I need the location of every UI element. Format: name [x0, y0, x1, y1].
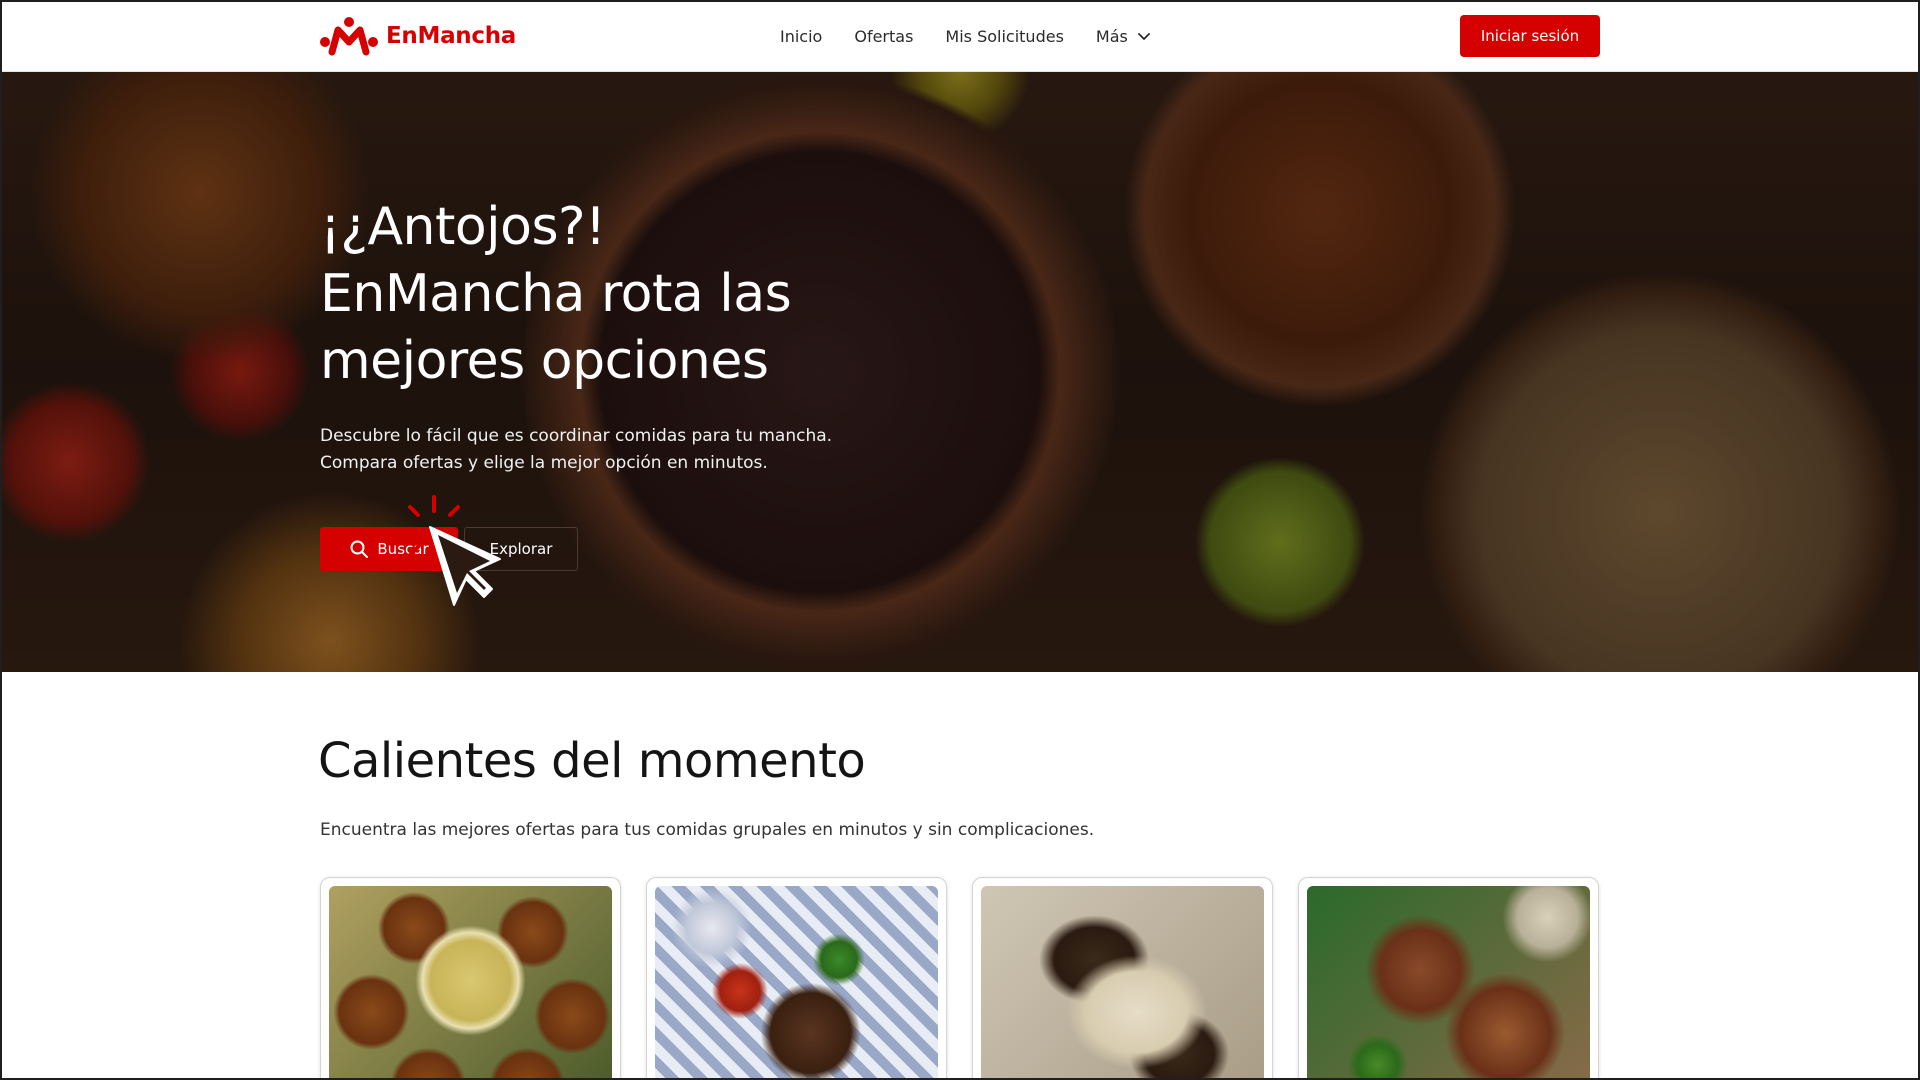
offer-image [329, 886, 612, 1080]
hero-description: Descubre lo fácil que es coordinar comid… [320, 423, 880, 477]
main-nav: Inicio Ofertas Mis Solicitudes Más [780, 0, 1152, 72]
brand-logo[interactable]: EnMancha [318, 16, 516, 56]
offer-image [655, 886, 938, 1080]
offer-card[interactable] [320, 877, 621, 1080]
brand-name: EnMancha [386, 23, 516, 49]
navbar: EnMancha Inicio Ofertas Mis Solicitudes … [0, 0, 1920, 72]
login-button[interactable]: Iniciar sesión [1460, 15, 1600, 57]
nav-dropdown-mas[interactable]: Más [1096, 27, 1152, 46]
hero-desc-line-2: Compara ofertas y elige la mejor opción … [320, 453, 768, 473]
hero-content: ¡¿Antojos?! EnMancha rota las mejores op… [320, 194, 920, 571]
hero-title-line-3: mejores opciones [320, 331, 769, 391]
hero-title: ¡¿Antojos?! EnMancha rota las mejores op… [320, 194, 920, 395]
nav-link-mas-label: Más [1095, 26, 1128, 46]
click-cursor-icon [398, 495, 501, 606]
offer-card[interactable] [1298, 877, 1599, 1080]
section-subtitle: Encuentra las mejores ofertas para tus c… [320, 820, 1095, 840]
chevron-down-icon [1137, 33, 1150, 40]
offer-card[interactable] [972, 877, 1273, 1080]
section-title: Calientes del momento [318, 733, 866, 789]
hero-desc-line-1: Descubre lo fácil que es coordinar comid… [320, 426, 833, 446]
nav-link-mis-solicitudes[interactable]: Mis Solicitudes [945, 27, 1064, 46]
offer-image [1307, 886, 1590, 1080]
nav-link-ofertas[interactable]: Ofertas [854, 27, 913, 46]
hero-title-line-1: ¡¿Antojos?! [320, 197, 606, 257]
offer-card[interactable] [646, 877, 947, 1080]
offer-image [981, 886, 1264, 1080]
search-icon [350, 540, 369, 558]
nav-link-inicio[interactable]: Inicio [780, 27, 822, 46]
hero-banner: ¡¿Antojos?! EnMancha rota las mejores op… [0, 72, 1920, 672]
hero-title-line-2: EnMancha rota las [320, 264, 792, 324]
offer-cards [320, 877, 1599, 1080]
logo-icon [320, 17, 378, 56]
